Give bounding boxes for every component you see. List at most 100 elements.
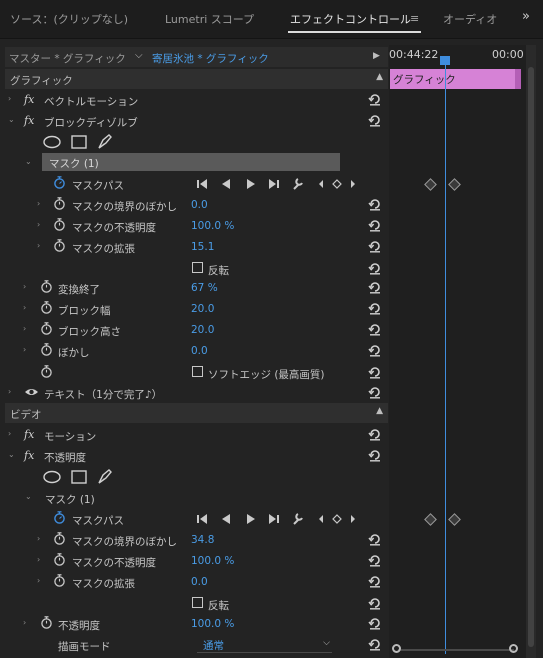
reset-icon[interactable] bbox=[368, 553, 382, 567]
reset-icon[interactable] bbox=[368, 261, 382, 275]
property-value[interactable]: 100.0 % bbox=[191, 618, 234, 630]
track-selected-forward-one-frame-icon[interactable] bbox=[269, 514, 279, 524]
add-keyframe-icon[interactable] bbox=[332, 514, 342, 524]
zoom-handle-right[interactable] bbox=[509, 644, 518, 653]
rectangle-mask-icon[interactable] bbox=[71, 470, 87, 484]
reset-icon[interactable] bbox=[368, 113, 382, 127]
stopwatch-icon[interactable] bbox=[40, 322, 53, 335]
property-value[interactable]: 20.0 bbox=[191, 324, 214, 336]
track-selected-forward-one-frame-icon[interactable] bbox=[269, 179, 279, 189]
section-graphic-header[interactable]: グラフィック ▲ bbox=[5, 69, 388, 89]
disclosure-triangle-icon[interactable]: › bbox=[8, 429, 11, 438]
more-tabs-icon[interactable]: » bbox=[522, 9, 530, 24]
invert-checkbox[interactable] bbox=[192, 262, 203, 273]
playhead-handle[interactable] bbox=[440, 56, 450, 65]
keyframe-marker[interactable] bbox=[424, 178, 437, 191]
property-value[interactable]: 100.0 % bbox=[191, 220, 234, 232]
keyframe-marker[interactable] bbox=[448, 513, 461, 526]
keyframe-marker[interactable] bbox=[424, 513, 437, 526]
fx-badge-icon[interactable]: fx bbox=[24, 93, 34, 106]
keyframe-marker[interactable] bbox=[448, 178, 461, 191]
stopwatch-icon[interactable] bbox=[40, 616, 53, 629]
property-value[interactable]: 67 % bbox=[191, 282, 218, 294]
fx-badge-icon[interactable]: fx bbox=[24, 449, 34, 462]
disclosure-triangle-icon[interactable]: › bbox=[37, 534, 40, 543]
reset-icon[interactable] bbox=[368, 92, 382, 106]
track-selected-backward-icon[interactable] bbox=[222, 514, 230, 524]
disclosure-triangle-icon[interactable]: › bbox=[23, 618, 26, 627]
stopwatch-icon[interactable] bbox=[53, 553, 66, 566]
track-selected-backward-icon[interactable] bbox=[222, 179, 230, 189]
collapse-icon[interactable]: ▲ bbox=[376, 72, 383, 82]
tab-effect-controls[interactable]: エフェクトコントロール bbox=[290, 11, 411, 27]
disclosure-triangle-icon[interactable]: › bbox=[8, 94, 11, 103]
blend-mode-dropdown[interactable]: 通常 ⌵ bbox=[197, 636, 332, 653]
chevron-down-icon[interactable]: ⌵ bbox=[135, 50, 143, 61]
disclosure-triangle-icon[interactable]: › bbox=[8, 387, 11, 396]
disclosure-triangle-icon[interactable]: › bbox=[23, 345, 26, 354]
reset-icon[interactable] bbox=[368, 448, 382, 462]
property-value[interactable]: 20.0 bbox=[191, 303, 214, 315]
collapse-icon[interactable]: ▲ bbox=[376, 406, 383, 416]
ellipse-mask-icon[interactable] bbox=[43, 135, 61, 149]
mask-label[interactable]: マスク (1) bbox=[45, 492, 95, 507]
track-selected-forward-icon[interactable] bbox=[247, 179, 255, 189]
reset-icon[interactable] bbox=[368, 532, 382, 546]
reset-icon[interactable] bbox=[368, 322, 382, 336]
mask-header[interactable]: マスク (1) bbox=[42, 153, 340, 171]
pen-mask-icon[interactable] bbox=[98, 134, 112, 149]
pen-mask-icon[interactable] bbox=[98, 469, 112, 484]
disclosure-triangle-icon[interactable]: › bbox=[37, 241, 40, 250]
tab-audio[interactable]: オーディオ bbox=[443, 11, 501, 27]
master-clip-label[interactable]: マスター * グラフィック bbox=[9, 51, 126, 66]
stopwatch-active-icon[interactable] bbox=[53, 511, 66, 524]
playhead-line[interactable] bbox=[445, 59, 446, 654]
property-value[interactable]: 15.1 bbox=[191, 241, 214, 253]
reset-icon[interactable] bbox=[368, 637, 382, 651]
clip-end-handle[interactable] bbox=[515, 69, 521, 89]
stopwatch-icon[interactable] bbox=[40, 301, 53, 314]
reset-icon[interactable] bbox=[368, 301, 382, 315]
disclosure-triangle-icon[interactable]: › bbox=[23, 282, 26, 291]
stopwatch-icon[interactable] bbox=[53, 239, 66, 252]
reset-icon[interactable] bbox=[368, 616, 382, 630]
property-value[interactable]: 100.0 % bbox=[191, 555, 234, 567]
disclosure-triangle-icon[interactable]: ⌄ bbox=[8, 450, 15, 459]
next-keyframe-icon[interactable] bbox=[351, 180, 355, 188]
reset-icon[interactable] bbox=[368, 343, 382, 357]
stopwatch-icon[interactable] bbox=[53, 574, 66, 587]
reset-icon[interactable] bbox=[368, 365, 382, 379]
prev-keyframe-icon[interactable] bbox=[319, 180, 323, 188]
section-video-header[interactable]: ビデオ ▲ bbox=[5, 403, 388, 423]
reset-icon[interactable] bbox=[368, 574, 382, 588]
property-value[interactable]: 0.0 bbox=[191, 199, 208, 211]
stopwatch-icon[interactable] bbox=[53, 532, 66, 545]
property-value[interactable]: 34.8 bbox=[191, 534, 214, 546]
disclosure-triangle-icon[interactable]: › bbox=[37, 576, 40, 585]
stopwatch-icon[interactable] bbox=[40, 343, 53, 356]
next-keyframe-icon[interactable] bbox=[351, 515, 355, 523]
time-ruler[interactable]: 00:44:22 00:00 bbox=[389, 45, 526, 67]
rectangle-mask-icon[interactable] bbox=[71, 135, 87, 149]
invert-checkbox[interactable] bbox=[192, 597, 203, 608]
disclosure-triangle-icon[interactable]: › bbox=[23, 303, 26, 312]
reset-icon[interactable] bbox=[368, 427, 382, 441]
timeline-zoom-scrollbar[interactable] bbox=[392, 644, 522, 656]
stopwatch-active-icon[interactable] bbox=[53, 176, 66, 189]
reset-icon[interactable] bbox=[368, 218, 382, 232]
scrollbar-thumb[interactable] bbox=[528, 67, 534, 647]
disclosure-triangle-icon[interactable]: ⌄ bbox=[25, 492, 32, 501]
fx-badge-icon[interactable]: fx bbox=[24, 114, 34, 127]
tab-lumetri-scopes[interactable]: Lumetri スコープ bbox=[165, 11, 254, 27]
soft-edges-checkbox[interactable] bbox=[192, 366, 203, 377]
sequence-clip-label[interactable]: 寄居氷池 * グラフィック bbox=[152, 51, 269, 66]
disclosure-triangle-icon[interactable]: ⌄ bbox=[8, 115, 15, 124]
wrench-icon[interactable] bbox=[293, 178, 303, 190]
stopwatch-icon[interactable] bbox=[40, 365, 53, 378]
track-selected-forward-icon[interactable] bbox=[247, 514, 255, 524]
wrench-icon[interactable] bbox=[293, 513, 303, 525]
reset-icon[interactable] bbox=[368, 197, 382, 211]
track-selected-backward-one-frame-icon[interactable] bbox=[197, 514, 207, 524]
zoom-handle-left[interactable] bbox=[392, 644, 401, 653]
property-value[interactable]: 0.0 bbox=[191, 345, 208, 357]
